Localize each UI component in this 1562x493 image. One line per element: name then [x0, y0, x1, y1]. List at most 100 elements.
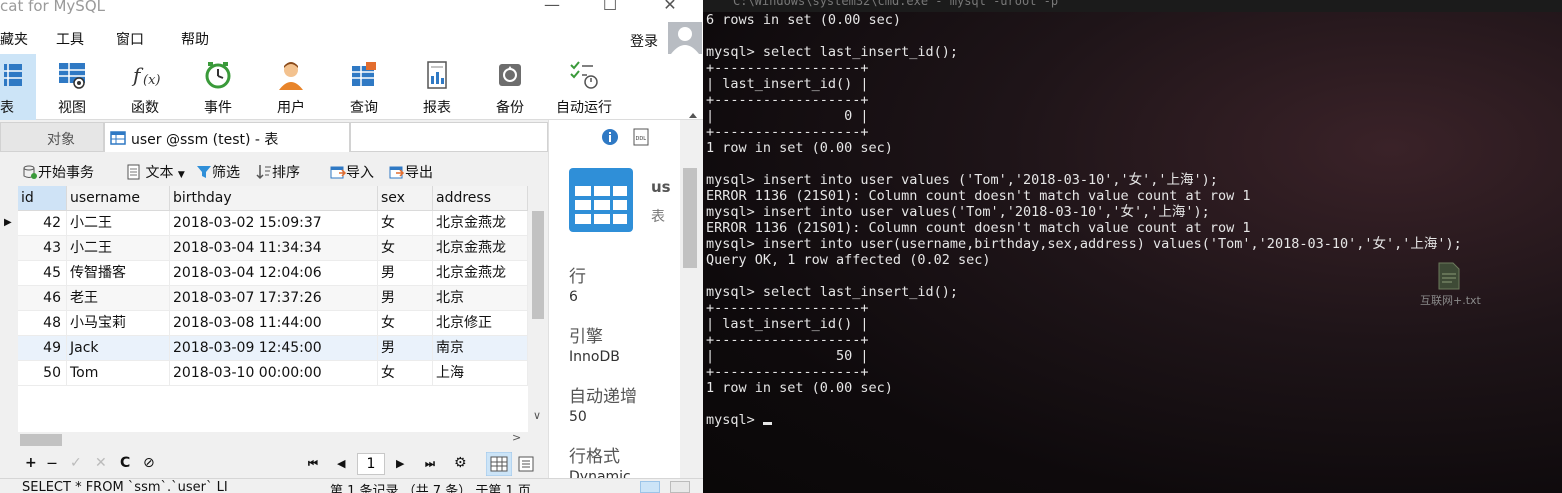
cell-birthday[interactable]: 2018-03-09 12:45:00 [170, 336, 378, 360]
close-button[interactable]: ✕ [650, 0, 690, 18]
cell-id[interactable]: 46 [18, 286, 67, 310]
cell-sex[interactable]: 女 [378, 211, 433, 235]
text-file-icon[interactable] [1437, 262, 1461, 290]
ddl-icon[interactable]: DDL [633, 128, 649, 146]
last-page-button[interactable]: ⏭ [425, 457, 435, 471]
begin-transaction-button[interactable]: 开始事务 [22, 162, 94, 182]
table-row[interactable]: 49 Jack 2018-03-09 12:45:00 男南京 [18, 336, 528, 361]
tab-objects[interactable]: 对象 [0, 122, 104, 152]
previous-page-button[interactable]: ◀ [337, 457, 345, 470]
console-output[interactable]: 6 rows in set (0.00 sec) mysql> select la… [706, 12, 1462, 428]
first-page-button[interactable]: ⏮ [308, 457, 318, 471]
table-row[interactable]: 43 小二王 2018-03-04 11:34:34 女北京金燕龙 [18, 236, 528, 261]
tab-user-table[interactable]: user @ssm (test) - 表 [104, 122, 350, 152]
menu-window[interactable]: 窗口 [116, 29, 144, 49]
chevron-right-icon[interactable]: > [512, 431, 521, 444]
toolbar-automation-button[interactable]: 自动运行 [552, 54, 616, 120]
cell-birthday[interactable]: 2018-03-04 12:04:06 [170, 261, 378, 285]
stop-button[interactable]: ⊘ [143, 455, 155, 471]
menu-tools[interactable]: 工具 [56, 29, 84, 49]
table-row[interactable]: 45 传智播客 2018-03-04 12:04:06 男北京金燕龙 [18, 261, 528, 286]
sort-button[interactable]: 排序 [256, 162, 300, 182]
grid-view-icon[interactable] [486, 452, 512, 476]
toolbar-backup-button[interactable]: 备份 [482, 54, 538, 120]
info-panel-scroll-thumb[interactable] [683, 168, 697, 268]
chevron-down-icon[interactable]: ∨ [533, 409, 541, 422]
birthday-column-header[interactable]: birthday [170, 186, 378, 211]
cell-sex[interactable]: 男 [378, 261, 433, 285]
toolbar-function-button[interactable]: f (x) 函数 [117, 54, 173, 120]
toolbar-report-button[interactable]: 报表 [409, 54, 465, 120]
text-button[interactable]: 文本 ▼ [127, 162, 185, 182]
cell-username[interactable]: 老王 [67, 286, 170, 310]
cell-address[interactable]: 北京金燕龙 [433, 236, 528, 260]
filter-button[interactable]: 筛选 [196, 162, 240, 182]
cell-username[interactable]: 小二王 [67, 236, 170, 260]
table-row[interactable]: 46 老王 2018-03-07 17:37:26 男北京 [18, 286, 528, 311]
cell-birthday[interactable]: 2018-03-07 17:37:26 [170, 286, 378, 310]
id-column-header[interactable]: id [18, 186, 67, 211]
delete-record-button[interactable]: — [47, 458, 57, 469]
toolbar-event-button[interactable]: 事件 [190, 54, 246, 120]
refresh-button[interactable]: C [120, 455, 130, 471]
cell-username[interactable]: Tom [67, 361, 170, 385]
cell-sex[interactable]: 女 [378, 236, 433, 260]
import-button[interactable]: 导入 [330, 162, 374, 182]
table-row[interactable]: 50 Tom 2018-03-10 00:00:00 女上海 [18, 361, 528, 386]
form-view-icon[interactable] [518, 456, 534, 472]
cell-sex[interactable]: 男 [378, 336, 433, 360]
apply-changes-button[interactable]: ✓ [70, 455, 82, 471]
login-link[interactable]: 登录 [630, 31, 658, 51]
table-row[interactable]: 48 小马宝莉 2018-03-08 11:44:00 女北京修正 [18, 311, 528, 336]
cell-birthday[interactable]: 2018-03-02 15:09:37 [170, 211, 378, 235]
cell-id[interactable]: 48 [18, 311, 67, 335]
avatar[interactable] [668, 22, 702, 54]
discard-changes-button[interactable]: ✕ [95, 455, 107, 471]
cell-birthday[interactable]: 2018-03-08 11:44:00 [170, 311, 378, 335]
desktop-file-label[interactable]: 互联网+.txt [1420, 292, 1481, 308]
cell-id[interactable]: 42 [18, 211, 67, 235]
cell-username[interactable]: 小马宝莉 [67, 311, 170, 335]
toolbar-user-button[interactable]: 用户 [263, 54, 319, 120]
cell-id[interactable]: 45 [18, 261, 67, 285]
sex-column-header[interactable]: sex [378, 186, 433, 211]
grid-horizontal-scrollbar[interactable]: > [18, 431, 528, 448]
cell-username[interactable]: 小二王 [67, 211, 170, 235]
status-panel-toggle-icon[interactable] [670, 481, 690, 493]
menu-favorites[interactable]: 藏夹 [0, 29, 28, 49]
cell-id[interactable]: 43 [18, 236, 67, 260]
cell-id[interactable]: 50 [18, 361, 67, 385]
toolbar-query-button[interactable]: 查询 [336, 54, 392, 120]
minimize-button[interactable]: — [532, 0, 572, 18]
cell-id[interactable]: 49 [18, 336, 67, 360]
grid-horizontal-scroll-thumb[interactable] [20, 434, 62, 446]
toolbar-table-button[interactable]: 表 [0, 54, 36, 120]
cell-birthday[interactable]: 2018-03-04 11:34:34 [170, 236, 378, 260]
export-button[interactable]: 导出 [389, 162, 433, 182]
address-column-header[interactable]: address [433, 186, 528, 211]
cell-username[interactable]: 传智播客 [67, 261, 170, 285]
cell-address[interactable]: 北京金燕龙 [433, 211, 528, 235]
table-row[interactable]: 42 小二王 2018-03-02 15:09:37 女北京金燕龙 [18, 211, 528, 236]
page-number-input[interactable]: 1 [357, 453, 385, 475]
cell-address[interactable]: 上海 [433, 361, 528, 385]
add-record-button[interactable]: + [25, 455, 37, 471]
cell-birthday[interactable]: 2018-03-10 00:00:00 [170, 361, 378, 385]
cell-sex[interactable]: 女 [378, 361, 433, 385]
grid-vertical-scroll-thumb[interactable] [532, 211, 544, 319]
cell-sex[interactable]: 男 [378, 286, 433, 310]
toolbar-view-button[interactable]: 视图 [44, 54, 100, 120]
cell-address[interactable]: 北京 [433, 286, 528, 310]
cell-address[interactable]: 北京修正 [433, 311, 528, 335]
username-column-header[interactable]: username [67, 186, 170, 211]
next-page-button[interactable]: ▶ [396, 457, 404, 470]
cell-sex[interactable]: 女 [378, 311, 433, 335]
settings-gear-icon[interactable]: ⚙ [454, 455, 467, 471]
cell-address[interactable]: 南京 [433, 336, 528, 360]
cell-username[interactable]: Jack [67, 336, 170, 360]
info-panel-scrollbar[interactable] [680, 152, 700, 478]
grid-vertical-scrollbar[interactable]: ∨ [528, 207, 548, 432]
status-view-toggle-icon[interactable] [640, 481, 660, 493]
menu-help[interactable]: 帮助 [181, 29, 209, 49]
cell-address[interactable]: 北京金燕龙 [433, 261, 528, 285]
